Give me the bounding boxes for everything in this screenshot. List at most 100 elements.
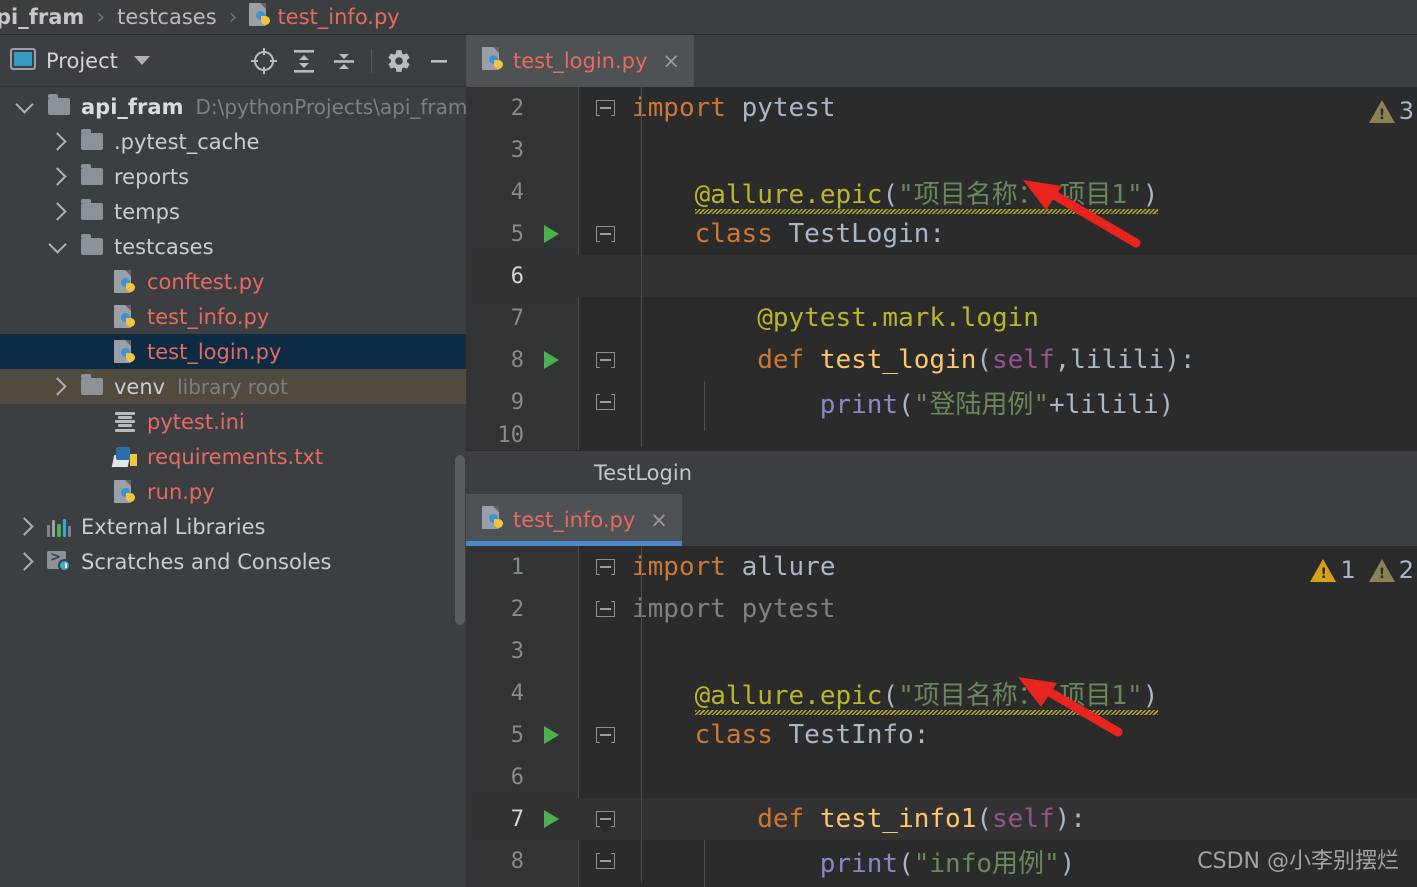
tab-strip-bottom: test_info.py × bbox=[466, 494, 1417, 546]
chevron-down-icon[interactable] bbox=[133, 56, 150, 65]
code-fold-icon[interactable] bbox=[578, 100, 632, 116]
code-line[interactable]: 3 bbox=[466, 129, 1417, 171]
breadcrumb-item-file[interactable]: test_info.py bbox=[277, 5, 399, 29]
tree-item-api_fram[interactable]: api_fram D:\pythonProjects\api_fram bbox=[0, 89, 467, 124]
chevron-down-icon[interactable] bbox=[43, 234, 77, 254]
code-fold-icon[interactable] bbox=[578, 559, 632, 575]
tree-item-conftest-py[interactable]: conftest.py bbox=[0, 264, 466, 299]
code-line[interactable]: 1 import allure bbox=[466, 546, 1417, 588]
code-editor-test-login[interactable]: 2 import pytest 3 4 @allure.epic("项目名称： 项目1"… bbox=[466, 87, 1417, 450]
line-number: 3 bbox=[510, 638, 524, 664]
locate-icon[interactable] bbox=[245, 42, 283, 80]
tree-item-label: requirements.txt bbox=[147, 444, 324, 469]
run-test-icon[interactable] bbox=[524, 810, 578, 828]
tree-item-testcases[interactable]: testcases bbox=[0, 229, 466, 264]
indent-guide bbox=[641, 546, 642, 882]
chevron-right-icon[interactable] bbox=[10, 552, 44, 571]
tree-item-venv[interactable]: venv library root bbox=[0, 369, 466, 404]
inspection-warnings-bottom[interactable]: 1 2 bbox=[1310, 556, 1414, 584]
tree-item-label: test_info.py bbox=[147, 304, 270, 329]
code-line[interactable]: 10 bbox=[466, 422, 1417, 448]
breadcrumb-item-project[interactable]: pi_fram bbox=[0, 5, 84, 29]
tree-item-label: External Libraries bbox=[81, 514, 266, 539]
expand-all-icon[interactable] bbox=[285, 42, 323, 80]
code-fold-icon[interactable] bbox=[578, 727, 632, 743]
python-file-icon bbox=[249, 3, 271, 31]
line-number: 10 bbox=[497, 422, 525, 448]
chevron-right-icon[interactable] bbox=[10, 517, 44, 536]
tree-item-external-libraries[interactable]: External Libraries bbox=[0, 509, 466, 544]
collapse-all-icon[interactable] bbox=[325, 42, 363, 80]
project-scrollbar-thumb[interactable] bbox=[455, 455, 465, 625]
breadcrumb-item-folder[interactable]: testcases bbox=[117, 5, 217, 29]
tree-item--pytest_cache[interactable]: .pytest_cache bbox=[0, 124, 466, 159]
indent-guide bbox=[703, 840, 705, 887]
gear-icon[interactable] bbox=[380, 42, 418, 80]
code-line[interactable]: 5 class TestLogin: bbox=[466, 213, 1417, 255]
code-line[interactable]: 9 print("登陆用例"+lilili) bbox=[466, 381, 1417, 423]
breadcrumb: pi_fram › testcases › test_info.py bbox=[0, 0, 1417, 35]
warning-triangle-icon bbox=[1310, 558, 1337, 582]
project-panel-toolbar bbox=[245, 42, 458, 80]
line-number: 4 bbox=[510, 680, 524, 706]
inspection-warnings-top[interactable]: 3 bbox=[1368, 97, 1414, 125]
tree-item-label: run.py bbox=[147, 479, 215, 504]
code-text: class TestInfo: bbox=[694, 720, 930, 750]
code-line[interactable]: 4 @allure.epic("项目名称： 项目1") bbox=[466, 672, 1417, 715]
code-line[interactable]: 8 def test_login(self,lilili): bbox=[466, 339, 1417, 381]
code-fold-icon[interactable] bbox=[578, 352, 632, 368]
run-test-icon[interactable] bbox=[524, 225, 578, 243]
code-line[interactable]: 5 class TestInfo: bbox=[466, 714, 1417, 756]
tree-item-test_info-py[interactable]: test_info.py bbox=[0, 299, 466, 334]
tree-item-temps[interactable]: temps bbox=[0, 194, 466, 229]
tree-item-run-py[interactable]: run.py bbox=[0, 474, 466, 509]
code-editor-test-info[interactable]: 1 import allure 2 import pytest 3 4 @allure.ep… bbox=[466, 546, 1417, 887]
code-fold-icon[interactable] bbox=[578, 811, 632, 827]
close-icon[interactable]: × bbox=[662, 49, 680, 73]
code-fold-icon[interactable] bbox=[578, 601, 632, 617]
tree-item-requirements-txt[interactable]: requirements.txt bbox=[0, 439, 466, 474]
folder-icon bbox=[77, 164, 107, 185]
editor-breadcrumb-top[interactable]: TestLogin bbox=[466, 450, 1417, 494]
line-number: 7 bbox=[510, 806, 524, 832]
code-fold-icon[interactable] bbox=[578, 394, 632, 410]
code-line[interactable]: 6 bbox=[466, 255, 1417, 297]
code-line[interactable]: 7 @pytest.mark.login bbox=[466, 297, 1417, 339]
code-text: import pytest bbox=[632, 93, 836, 123]
code-text: import allure bbox=[632, 552, 836, 582]
chevron-right-icon[interactable] bbox=[43, 132, 77, 151]
code-line[interactable]: 6 bbox=[466, 756, 1417, 798]
chevron-right-icon[interactable] bbox=[43, 377, 77, 396]
line-number: 7 bbox=[510, 305, 524, 331]
code-fold-icon[interactable] bbox=[578, 226, 632, 242]
warning-count: 3 bbox=[1398, 97, 1414, 125]
tab-test-login-py[interactable]: test_login.py × bbox=[466, 35, 695, 87]
line-number: 2 bbox=[510, 95, 524, 121]
project-tool-window: Project api_fram D:\pythonProjects\api_f… bbox=[0, 35, 467, 887]
code-line[interactable]: 2 import pytest bbox=[466, 87, 1417, 129]
chevron-down-icon[interactable] bbox=[10, 94, 44, 114]
breadcrumb-separator: › bbox=[96, 4, 106, 30]
tree-item-label: pytest.ini bbox=[147, 409, 245, 434]
minimize-icon[interactable] bbox=[420, 42, 458, 80]
tab-strip-top: test_login.py × bbox=[466, 35, 1417, 87]
run-test-icon[interactable] bbox=[524, 351, 578, 369]
code-fold-icon[interactable] bbox=[578, 853, 632, 869]
close-icon[interactable]: × bbox=[650, 508, 668, 532]
tree-item-reports[interactable]: reports bbox=[0, 159, 466, 194]
code-line[interactable]: 7 def test_info1(self): bbox=[466, 798, 1417, 840]
chevron-right-icon[interactable] bbox=[43, 167, 77, 186]
code-line[interactable]: 3 bbox=[466, 630, 1417, 672]
run-test-icon[interactable] bbox=[524, 726, 578, 744]
code-line[interactable]: 2 import pytest bbox=[466, 588, 1417, 630]
tree-item-pytest-ini[interactable]: pytest.ini bbox=[0, 404, 466, 439]
breadcrumb-class-name: TestLogin bbox=[594, 460, 693, 485]
chevron-right-icon[interactable] bbox=[43, 202, 77, 221]
editor-area: test_login.py × 2 import pytest 3 4 @allure.… bbox=[466, 35, 1417, 887]
tree-item-scratches-and-consoles[interactable]: Scratches and Consoles bbox=[0, 544, 466, 579]
tree-item-test_login-py[interactable]: test_login.py bbox=[0, 334, 466, 369]
code-line[interactable]: 4 @allure.epic("项目名称： 项目1") bbox=[466, 171, 1417, 214]
project-scrollbar[interactable] bbox=[454, 365, 466, 625]
tab-test-info-py[interactable]: test_info.py × bbox=[466, 494, 682, 546]
tree-item-label: venv bbox=[114, 374, 166, 399]
